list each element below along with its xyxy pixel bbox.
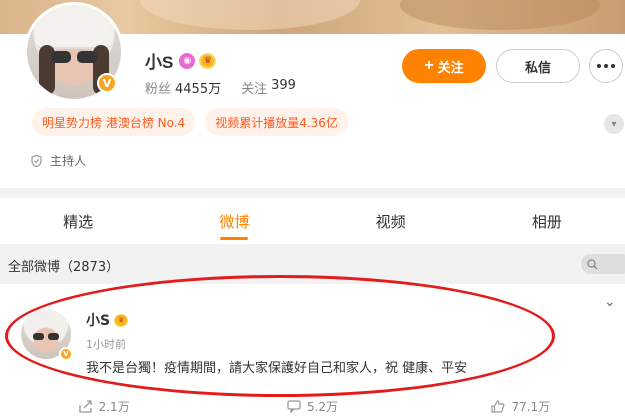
post-actions: 2.1万 5.2万 77.1万 xyxy=(0,396,625,416)
post-menu-chevron-icon[interactable]: ⌄ xyxy=(604,294,616,310)
profile-avatar[interactable]: V xyxy=(24,2,124,102)
post-author[interactable]: 小S xyxy=(86,310,110,330)
profile-name: 小S xyxy=(145,53,174,72)
profile-tabs: 精选 微博 视频 相册 xyxy=(0,198,625,244)
tags-row: 明星势力榜 港澳台榜 No.4 视频累计播放量4.36亿 xyxy=(32,108,348,136)
comment-count: 5.2万 xyxy=(306,399,339,414)
tab-weibo[interactable]: 微博 xyxy=(156,198,312,244)
repost-icon xyxy=(78,399,92,413)
crown-badge-icon[interactable]: ♛ xyxy=(199,52,217,69)
stats-row: 粉丝 4455万 关注 399 xyxy=(145,78,296,97)
search-icon xyxy=(587,258,598,269)
post-time[interactable]: 1小时前 xyxy=(86,336,126,352)
feed-header: 全部微博（2873） xyxy=(0,244,625,284)
comment-icon xyxy=(287,399,301,413)
section-divider xyxy=(0,188,625,198)
chevron-down-icon[interactable]: ▾ xyxy=(604,114,624,134)
repost-button[interactable]: 2.1万 xyxy=(0,396,208,416)
tab-featured[interactable]: 精选 xyxy=(0,198,156,244)
post-text: 我不是台獨！疫情期間，請大家保護好自己和家人，祝 健康、平安 xyxy=(86,361,468,376)
follow-label: 关注 xyxy=(437,59,464,75)
post-author-row: 小S ♛ xyxy=(86,310,129,330)
tag-star-rank[interactable]: 明星势力榜 港澳台榜 No.4 xyxy=(32,108,196,136)
feed-search-button[interactable] xyxy=(581,254,625,274)
like-count: 77.1万 xyxy=(511,399,551,414)
following-count[interactable]: 399 xyxy=(271,78,296,97)
plus-icon: + xyxy=(424,57,434,74)
role-row: 主持人 xyxy=(31,152,86,169)
following-label: 关注 xyxy=(241,82,268,97)
more-dots-icon[interactable] xyxy=(589,49,623,83)
fans-count[interactable]: 4455万 xyxy=(175,78,221,97)
verified-badge-icon: V xyxy=(97,73,117,93)
follow-button[interactable]: + 关注 xyxy=(402,49,486,83)
like-button[interactable]: 77.1万 xyxy=(417,396,625,416)
shield-icon xyxy=(31,154,42,167)
comment-button[interactable]: 5.2万 xyxy=(208,396,416,416)
verified-badge-icon: V xyxy=(59,347,73,361)
tag-video-plays[interactable]: 视频累计播放量4.36亿 xyxy=(205,108,348,136)
profile-card: V 小S ◉ ♛ 粉丝 4455万 关注 399 + 关注 私信 明星势力榜 港… xyxy=(0,2,625,184)
message-button[interactable]: 私信 xyxy=(496,49,580,83)
like-icon xyxy=(491,399,505,413)
name-row: 小S ◉ ♛ xyxy=(145,48,217,73)
tab-video[interactable]: 视频 xyxy=(313,198,469,244)
role-label: 主持人 xyxy=(50,154,87,168)
fans-label: 粉丝 xyxy=(145,82,172,97)
post-avatar[interactable]: V xyxy=(21,309,73,361)
repost-count: 2.1万 xyxy=(98,399,130,414)
feed-title: 全部微博（2873） xyxy=(8,260,120,275)
crown-badge-icon: ♛ xyxy=(114,313,129,327)
tab-album[interactable]: 相册 xyxy=(469,198,625,244)
p-badge-icon[interactable]: ◉ xyxy=(179,52,196,69)
